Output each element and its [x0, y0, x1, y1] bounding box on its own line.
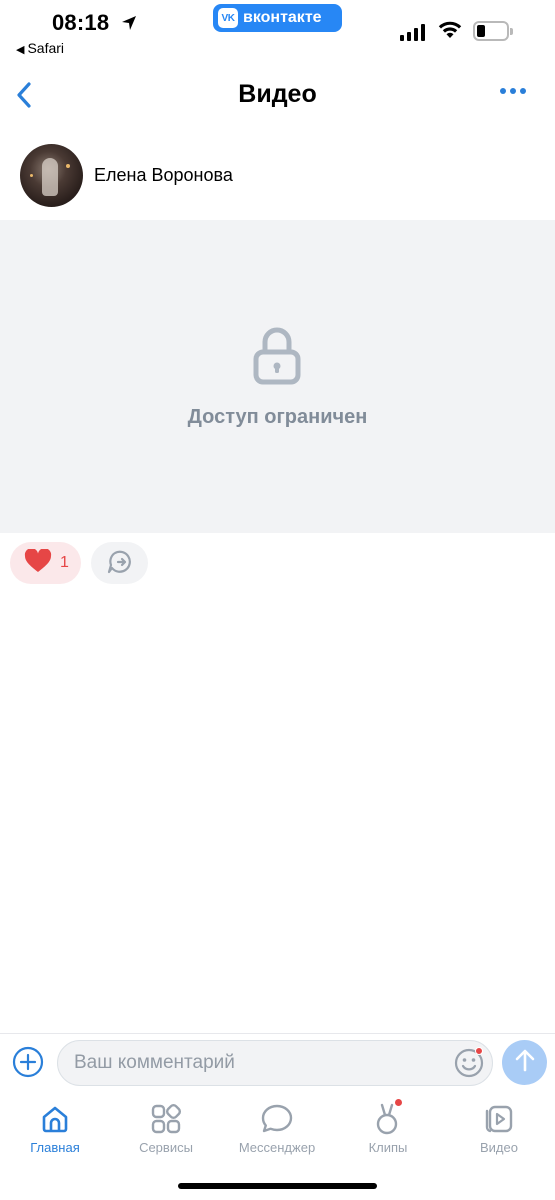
like-button[interactable]: 1	[10, 542, 81, 584]
clips-notification-dot	[395, 1099, 402, 1106]
video-placeholder: Доступ ограничен	[0, 220, 555, 533]
comment-bar	[0, 1033, 555, 1091]
services-icon	[111, 1101, 221, 1137]
author-row[interactable]: Елена Воронова	[20, 143, 233, 207]
tab-messenger[interactable]: Мессенджер	[222, 1101, 332, 1155]
nav-header: Видео	[0, 70, 555, 122]
tab-services[interactable]: Сервисы	[111, 1101, 221, 1155]
tab-video-label: Видео	[480, 1140, 518, 1155]
share-icon	[106, 548, 134, 579]
tab-video[interactable]: Видео	[444, 1101, 554, 1155]
page-title: Видео	[238, 80, 317, 108]
cellular-signal-icon	[400, 24, 425, 41]
location-arrow-icon	[120, 14, 138, 37]
wifi-icon	[437, 20, 463, 45]
send-button[interactable]	[502, 1040, 547, 1085]
vk-app-badge: VK вконтакте	[213, 4, 342, 32]
avatar[interactable]	[20, 143, 83, 207]
back-triangle-icon: ◀	[16, 44, 25, 56]
home-indicator	[178, 1183, 377, 1189]
messenger-icon	[222, 1101, 332, 1137]
more-options-icon[interactable]	[500, 88, 526, 94]
tab-services-label: Сервисы	[139, 1140, 193, 1155]
vk-app-label: вконтакте	[243, 9, 322, 26]
arrow-up-icon	[514, 1048, 536, 1077]
back-app-label: Safari	[27, 40, 65, 56]
tab-messenger-label: Мессенджер	[238, 1140, 316, 1155]
battery-icon	[473, 21, 513, 41]
tab-clips-label: Клипы	[368, 1140, 408, 1155]
comment-input[interactable]	[57, 1040, 493, 1086]
tab-home-label: Главная	[30, 1140, 80, 1155]
home-icon	[0, 1101, 110, 1137]
tab-home[interactable]: Главная	[0, 1101, 110, 1155]
status-time: 08:18	[52, 10, 110, 35]
back-to-app-link[interactable]: ◀ Safari	[16, 40, 64, 56]
clips-icon	[333, 1099, 443, 1137]
author-name[interactable]: Елена Воронова	[94, 165, 233, 186]
vk-logo-icon: VK	[218, 8, 238, 28]
heart-icon	[24, 547, 52, 578]
status-bar: 08:18 ◀ Safari VK вконтакте	[0, 0, 555, 62]
restricted-message: Доступ ограничен	[187, 406, 368, 428]
share-button[interactable]	[91, 542, 148, 584]
lock-icon	[253, 326, 301, 391]
likes-count: 1	[60, 554, 69, 571]
emoji-notification-dot	[475, 1047, 483, 1055]
video-icon	[444, 1101, 554, 1137]
tab-clips[interactable]: Клипы	[333, 1099, 443, 1155]
add-attachment-icon[interactable]	[12, 1046, 44, 1083]
